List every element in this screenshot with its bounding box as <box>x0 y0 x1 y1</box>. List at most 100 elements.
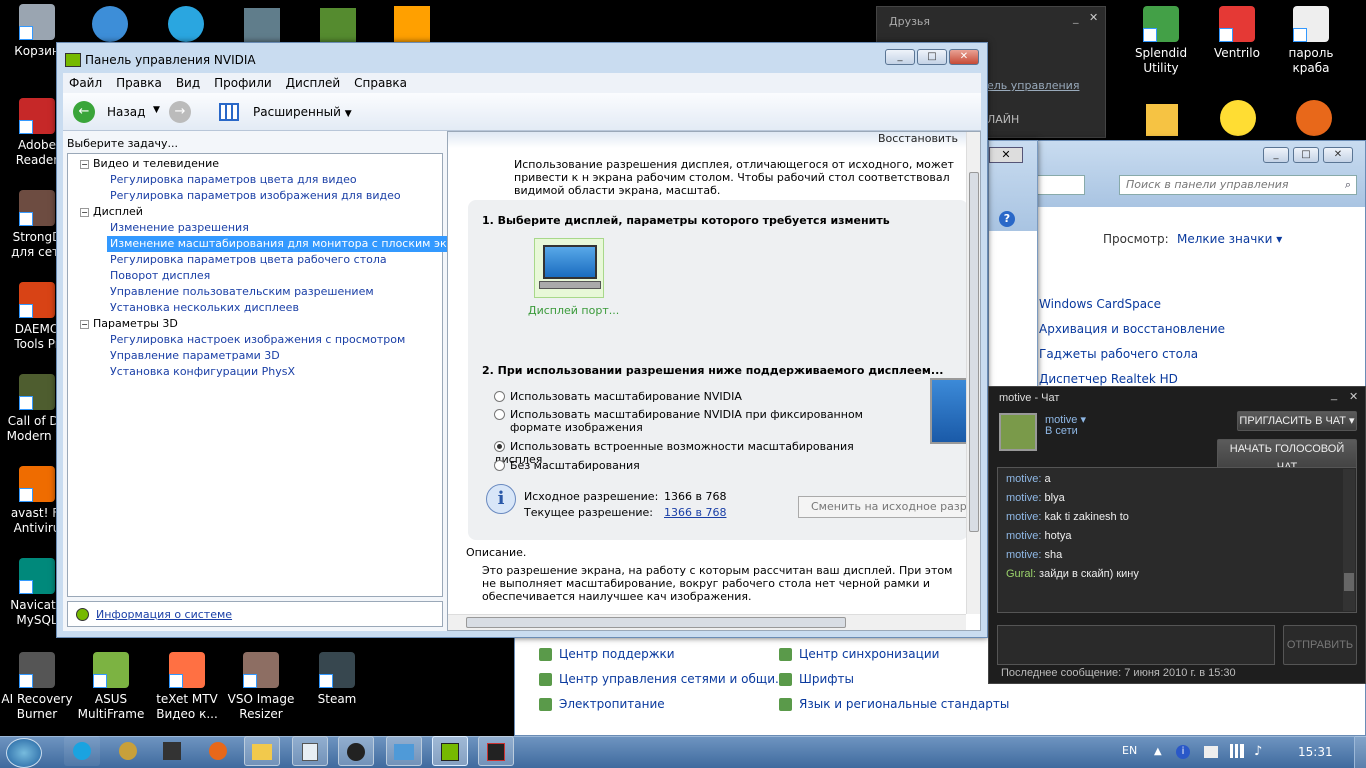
scaling-option-1[interactable]: Использовать масштабирование NVIDIA <box>494 390 874 403</box>
desktop-icon-vso-image-resizer[interactable]: VSO Image Resizer <box>224 652 298 722</box>
cp-bottom-item[interactable]: Электропитание <box>539 697 665 711</box>
back-button[interactable]: Назад <box>107 105 145 119</box>
start-button[interactable] <box>6 738 42 768</box>
tree-task[interactable]: Управление пользовательским разрешением <box>68 284 442 300</box>
cp-bottom-item[interactable]: Центр управления сетями и общи... <box>539 672 786 686</box>
desktop-icon-8[interactable] <box>1296 100 1332 136</box>
tree-category[interactable]: − Параметры 3D <box>68 316 442 332</box>
cp-minimize-button[interactable]: _ <box>1263 147 1289 163</box>
taskbar-wow[interactable] <box>110 736 146 766</box>
middle-close-button[interactable]: ✕ <box>989 147 1023 163</box>
tree-task[interactable]: Регулировка параметров изображения для в… <box>68 188 442 204</box>
revert-button[interactable]: Сменить на исходное разреше <box>798 496 970 518</box>
nvidia-maximize-button[interactable]: □ <box>917 49 947 65</box>
radio-no-scaling[interactable] <box>494 460 505 471</box>
taskbar-cs[interactable] <box>154 736 190 766</box>
menu-item-3[interactable]: Профили <box>214 76 272 90</box>
forward-arrow-icon[interactable]: → <box>169 101 191 123</box>
desktop-icon-ai-recovery-burner[interactable]: AI Recovery Burner <box>0 652 74 722</box>
desktop-icon-asus-multiframe[interactable]: ASUS MultiFrame <box>74 652 148 722</box>
chat-scroll-thumb[interactable] <box>1344 573 1354 591</box>
desktop-icon-1[interactable] <box>92 6 128 42</box>
radio-nvidia-fixed-aspect[interactable] <box>494 409 505 420</box>
desktop-icon-7[interactable] <box>1220 100 1256 136</box>
current-res-link[interactable]: 1366 в 768 <box>664 506 726 519</box>
desktop-icon-5[interactable] <box>394 6 430 42</box>
hscroll-thumb[interactable] <box>466 617 846 628</box>
tree-task[interactable]: Изменение разрешения <box>68 220 442 236</box>
friends-link[interactable]: ель управления <box>987 79 1079 92</box>
taskbar-skype[interactable] <box>64 736 100 766</box>
tree-task[interactable]: Изменение масштабирования для монитора с… <box>68 236 486 252</box>
tray-network-icon[interactable] <box>1230 744 1244 758</box>
restore-link[interactable]: Восстановить <box>878 132 958 145</box>
tree-category[interactable]: − Видео и телевидение <box>68 156 442 172</box>
collapse-icon[interactable]: − <box>80 160 89 169</box>
taskbar-nvidia[interactable] <box>432 736 468 766</box>
desktop-icon-right-2[interactable]: пароль краба <box>1274 6 1348 76</box>
tray-arrow-icon[interactable]: ▲ <box>1154 746 1162 757</box>
radio-display-scaling[interactable] <box>494 441 505 452</box>
desktop-icon-6[interactable] <box>1146 104 1178 136</box>
message-author[interactable]: Gural <box>1006 568 1033 580</box>
message-author[interactable]: motive <box>1006 492 1038 504</box>
menu-item-2[interactable]: Вид <box>176 76 200 90</box>
tray-action-center-icon[interactable] <box>1204 746 1218 758</box>
nvidia-close-button[interactable]: ✕ <box>949 49 979 65</box>
tree-task[interactable]: Регулировка параметров цвета рабочего ст… <box>68 252 442 268</box>
friends-minimize[interactable]: _ <box>1073 11 1079 24</box>
avatar[interactable] <box>999 413 1037 451</box>
taskbar-steam[interactable] <box>338 736 374 766</box>
taskbar-controlpanel[interactable] <box>386 736 422 766</box>
help-icon[interactable]: ? <box>999 211 1015 227</box>
back-dropdown-icon[interactable]: ▼ <box>153 105 160 115</box>
send-button[interactable]: ОТПРАВИТЬ <box>1283 625 1357 665</box>
clock[interactable]: 15:31 <box>1298 745 1333 759</box>
invite-button[interactable]: ПРИГЛАСИТЬ В ЧАТ ▾ <box>1237 411 1357 431</box>
tree-task[interactable]: Установка конфигурации PhysX <box>68 364 442 380</box>
tree-task[interactable]: Регулировка параметров цвета для видео <box>68 172 442 188</box>
desktop-icon-right-0[interactable]: Splendid Utility <box>1124 6 1198 76</box>
nvidia-minimize-button[interactable]: _ <box>885 49 915 65</box>
desktop-icon-3[interactable] <box>244 8 280 42</box>
cp-item[interactable]: Гаджеты рабочего стола <box>1039 347 1198 361</box>
language-indicator[interactable]: EN <box>1122 744 1137 757</box>
collapse-icon[interactable]: − <box>80 208 89 217</box>
horizontal-scrollbar[interactable] <box>448 614 966 630</box>
desktop-icon-4[interactable] <box>320 8 356 42</box>
cp-item[interactable]: Диспетчер Realtek HD <box>1039 372 1178 386</box>
message-author[interactable]: motive <box>1006 549 1038 561</box>
message-author[interactable]: motive <box>1006 473 1038 485</box>
menu-item-0[interactable]: Файл <box>69 76 102 90</box>
tray-info-icon[interactable]: i <box>1176 745 1190 759</box>
menu-item-4[interactable]: Дисплей <box>286 76 340 90</box>
cp-item[interactable]: Windows CardSpace <box>1039 297 1161 311</box>
desktop-icon-right-1[interactable]: Ventrilo <box>1200 6 1274 61</box>
desktop-icon-steam[interactable]: Steam <box>300 652 374 707</box>
menu-item-5[interactable]: Справка <box>354 76 407 90</box>
tray-volume-icon[interactable]: ♪ <box>1254 744 1262 759</box>
display-tile[interactable] <box>534 238 604 298</box>
tree-task[interactable]: Управление параметрами 3D <box>68 348 442 364</box>
friends-close[interactable]: ✕ <box>1089 11 1098 24</box>
tree-task[interactable]: Поворот дисплея <box>68 268 442 284</box>
cp-close-button[interactable]: ✕ <box>1323 147 1353 163</box>
cp-search-input[interactable]: Поиск в панели управления ⌕ <box>1119 175 1357 195</box>
show-desktop-button[interactable] <box>1354 736 1366 768</box>
tree-category[interactable]: − Дисплей <box>68 204 442 220</box>
message-author[interactable]: motive <box>1006 511 1038 523</box>
taskbar-firefox[interactable] <box>200 736 236 766</box>
view-mode-button[interactable]: Расширенный ▼ <box>253 105 352 119</box>
scroll-thumb[interactable] <box>969 172 979 532</box>
vertical-scrollbar[interactable] <box>966 132 980 614</box>
cp-item[interactable]: Архивация и восстановление <box>1039 322 1225 336</box>
chat-input[interactable] <box>997 625 1275 665</box>
cp-bottom-item[interactable]: Центр синхронизации <box>779 647 939 661</box>
cp-bottom-item[interactable]: Центр поддержки <box>539 647 675 661</box>
chat-minimize[interactable]: _ <box>1331 389 1337 401</box>
chat-close[interactable]: ✕ <box>1349 390 1358 403</box>
scaling-option-4[interactable]: Без масштабирования <box>494 459 874 472</box>
sysinfo-link[interactable]: Информация о системе <box>96 608 232 621</box>
scaling-option-2[interactable]: Использовать масштабирование NVIDIA при … <box>494 408 874 434</box>
message-author[interactable]: motive <box>1006 530 1038 542</box>
